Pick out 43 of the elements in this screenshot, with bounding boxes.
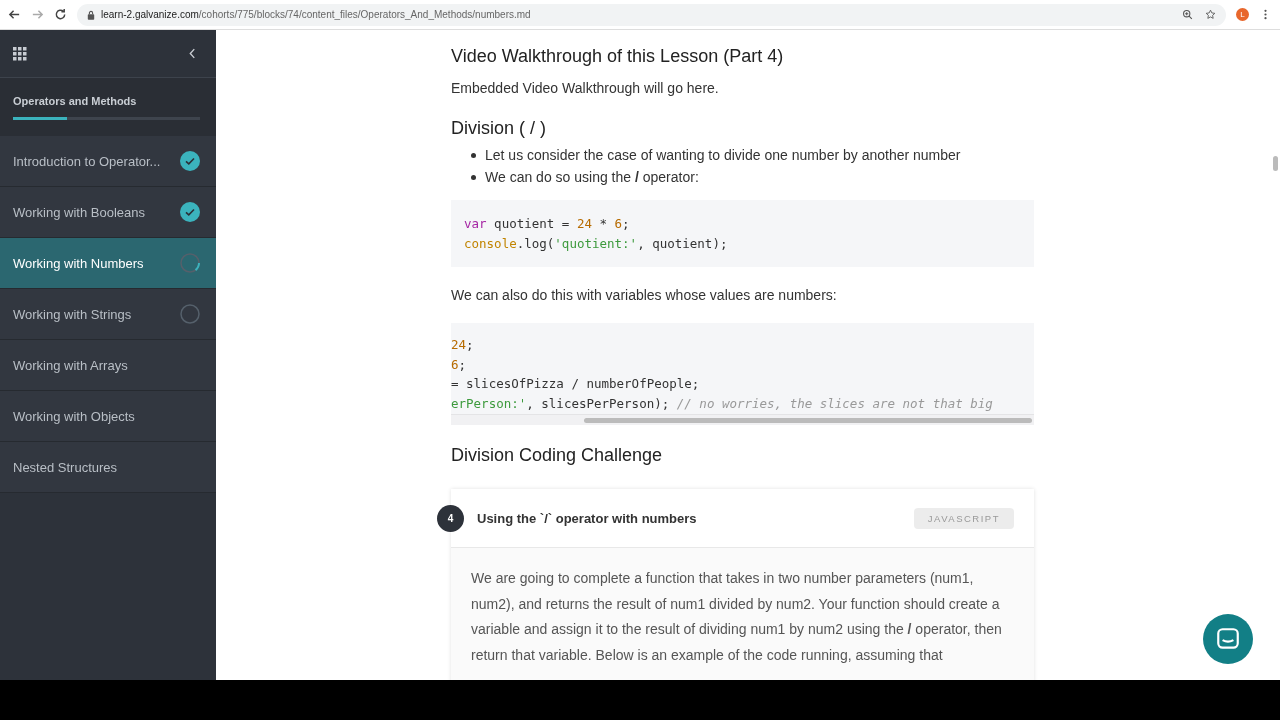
lesson-item[interactable]: Nested Structures (0, 442, 216, 493)
section-heading: Video Walkthrough of this Lesson (Part 4) (451, 45, 785, 68)
apps-grid-icon[interactable] (13, 46, 27, 61)
paragraph: We can also do this with variables whose values are numbers: (451, 286, 838, 305)
reload-icon[interactable] (54, 8, 67, 21)
bullet-dot (471, 174, 476, 180)
lesson-item[interactable]: Working with Booleans (0, 187, 216, 238)
check-icon (180, 202, 200, 222)
section-heading: Division ( / ) (451, 117, 547, 140)
address-bar[interactable]: learn-2.galvanize.com/cohorts/775/blocks/74/content_files/Operators_And_Methods/numbers.md (77, 3, 1226, 26)
progress-ring-icon (180, 304, 200, 324)
lesson-item[interactable]: Introduction to Operator... (0, 136, 216, 187)
check-icon (180, 151, 200, 171)
code-line: var quotient = 24 * 6; (464, 215, 631, 233)
star-icon[interactable] (1205, 9, 1216, 20)
lesson-item[interactable]: Working with Objects (0, 391, 216, 442)
lesson-item[interactable]: Working with Strings (0, 289, 216, 340)
bullet-dot (471, 152, 476, 158)
list-item-text: Let us consider the case of wanting to divide one number by another number (485, 146, 961, 165)
code-line: erPerson:', slicesPerPerson); // no worries, the slices are not that big (451, 394, 994, 413)
lesson-item[interactable]: Working with Numbers (0, 238, 216, 289)
course-title: Operators and Methods (13, 95, 138, 107)
chat-button[interactable] (1203, 614, 1253, 664)
code-line: = slicesOfPizza / numberOfPeople; (451, 375, 701, 393)
step-number-badge: 4 (437, 505, 464, 532)
zoom-icon[interactable] (1182, 9, 1193, 20)
challenge-description: We are going to complete a function that takes in two number parameters (num1, num2), and returns the result of num1 divided by num2. Your function should create a variable and assign it to the result of dividing num1 by num2 using the / operator, then return that variable. Below is an example of the code running, assuming that (471, 569, 1003, 665)
section-heading: Division Coding Challenge (451, 444, 664, 467)
code-line: 6; (451, 355, 468, 374)
list-item-text: We can do so using the / operator: (485, 168, 699, 187)
language-tag: JAVASCRIPT (913, 507, 1014, 529)
paragraph: Embedded Video Walkthrough will go here. (451, 79, 720, 98)
code-line: console.log('quotient:', quotient); (464, 234, 729, 253)
scrollbar-thumb[interactable] (584, 418, 1032, 423)
back-icon[interactable] (8, 8, 21, 21)
scrollbar-thumb[interactable] (1273, 156, 1278, 171)
progress-ring-icon (180, 253, 200, 273)
chat-icon (1215, 626, 1241, 652)
code-line: 24; (451, 336, 475, 354)
lock-icon (87, 9, 95, 20)
lesson-item[interactable]: Working with Arrays (0, 340, 216, 391)
challenge-title: Using the `/` operator with numbers (477, 510, 698, 526)
collapse-icon[interactable] (189, 48, 196, 59)
